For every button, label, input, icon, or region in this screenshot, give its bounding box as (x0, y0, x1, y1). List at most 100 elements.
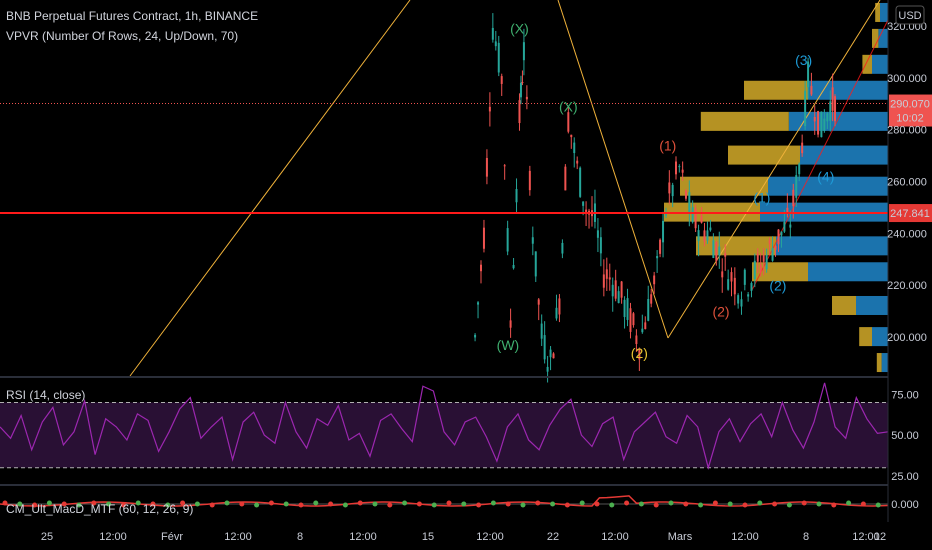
macd-dot (505, 501, 511, 507)
candle-body (576, 160, 579, 164)
price-tick-label: 240.000 (887, 228, 927, 240)
macd-dot (638, 501, 644, 507)
candle-body (485, 157, 488, 177)
candle-body (823, 118, 826, 131)
candle-body (834, 96, 837, 122)
macd-dot (416, 501, 422, 507)
time-tick-label: 22 (547, 531, 559, 543)
candle-body (730, 272, 733, 282)
candle-body (789, 224, 792, 228)
vp-bar-up (872, 327, 888, 347)
candle-body (515, 189, 518, 203)
candle-body (602, 274, 605, 288)
macd-dot (742, 502, 748, 508)
vp-bar-down (862, 54, 872, 74)
time-tick-label: 12:00 (731, 531, 759, 543)
time-tick-label: 12:00 (601, 531, 629, 543)
vp-bar-up (800, 145, 888, 165)
vp-bar-down (832, 295, 856, 315)
candle-body (512, 265, 515, 269)
candle-body (810, 85, 813, 95)
currency-badge[interactable]: USD (895, 5, 925, 25)
macd-dot (550, 501, 556, 507)
candle-body (641, 328, 644, 333)
candle-body (644, 322, 647, 329)
candle-body (611, 284, 614, 297)
macd-dot (594, 501, 600, 507)
macd-dot (254, 502, 260, 508)
time-tick-label: 8 (297, 531, 303, 543)
candle-body (771, 248, 774, 261)
macd-dot (209, 502, 215, 508)
candle-body (740, 299, 743, 307)
candle-body (573, 142, 576, 154)
macd-dot (224, 500, 230, 506)
candle-body (596, 230, 599, 238)
candle-body (506, 228, 509, 252)
candle-body (718, 246, 721, 256)
candle-body (509, 320, 512, 328)
macd-dot (283, 501, 289, 507)
vp-bar-up (881, 353, 888, 373)
macd-dot (831, 502, 837, 508)
vp-bar-up (880, 2, 888, 22)
vp-bar-down (728, 145, 800, 165)
vp-bar-down (859, 327, 872, 347)
candle-body (681, 169, 684, 173)
candle-body (623, 299, 626, 318)
candle-body (491, 27, 494, 40)
candle-body (777, 229, 780, 245)
indicator-label[interactable]: VPVR (Number Of Rows, 24, Up/Down, 70) (6, 29, 238, 43)
candle-body (694, 208, 697, 229)
rsi-label[interactable]: RSI (14, close) (6, 388, 85, 402)
time-tick-label: 12 (874, 531, 886, 543)
candle-body (668, 182, 671, 194)
candle-body (762, 255, 765, 262)
macd-dot (194, 501, 200, 507)
macd-dot (698, 502, 704, 508)
candle-body (608, 277, 611, 280)
candle-body (582, 201, 585, 206)
candle-body (656, 256, 659, 259)
macd-dot (757, 500, 763, 506)
macd-dot (786, 502, 792, 508)
candle-body (626, 298, 629, 320)
vp-bar-down (744, 80, 808, 100)
time-axis[interactable]: 25 12:00 Févr 12:00 8 12:00 15 12:00 22 12:00 Mars… (41, 531, 886, 543)
candle-body (482, 227, 485, 249)
candle-body (733, 277, 736, 295)
wave-label: (2) (712, 303, 729, 319)
candle-body (798, 163, 801, 175)
wave-label: (X) (510, 21, 529, 37)
price-label: 247.841 (890, 208, 930, 220)
candle-body (632, 313, 635, 326)
rsi-tick-label: 75.00 (891, 389, 919, 401)
vp-bar-up (808, 262, 888, 282)
wave-label: (4) (817, 169, 834, 185)
candle-body (813, 117, 816, 122)
price-tick-label: 280.000 (887, 125, 927, 137)
candle-body (804, 90, 807, 127)
candle-body (747, 294, 750, 297)
macd-dot (268, 500, 274, 506)
candle-body (706, 230, 709, 241)
candle-body (647, 298, 650, 321)
candle-body (700, 215, 703, 223)
candle-body (743, 269, 746, 285)
candle-body (783, 221, 786, 232)
candle-body (543, 335, 546, 360)
candle-body (494, 41, 497, 47)
macd-dot (579, 500, 585, 506)
macd-label[interactable]: CM_Ult_MacD_MTF (60, 12, 26, 9) (6, 502, 193, 516)
macd-dot (653, 502, 659, 508)
rsi-tick-label: 50.00 (891, 430, 919, 442)
candle-body (605, 269, 608, 279)
candle-body (650, 294, 653, 304)
candle-body (817, 111, 820, 135)
time-tick-label: 8 (803, 531, 809, 543)
candle-body (503, 165, 506, 167)
macd-dot (683, 501, 689, 507)
candle-body (829, 101, 832, 121)
macd-dot (609, 502, 615, 508)
time-tick-label: 12:00 (99, 531, 127, 543)
